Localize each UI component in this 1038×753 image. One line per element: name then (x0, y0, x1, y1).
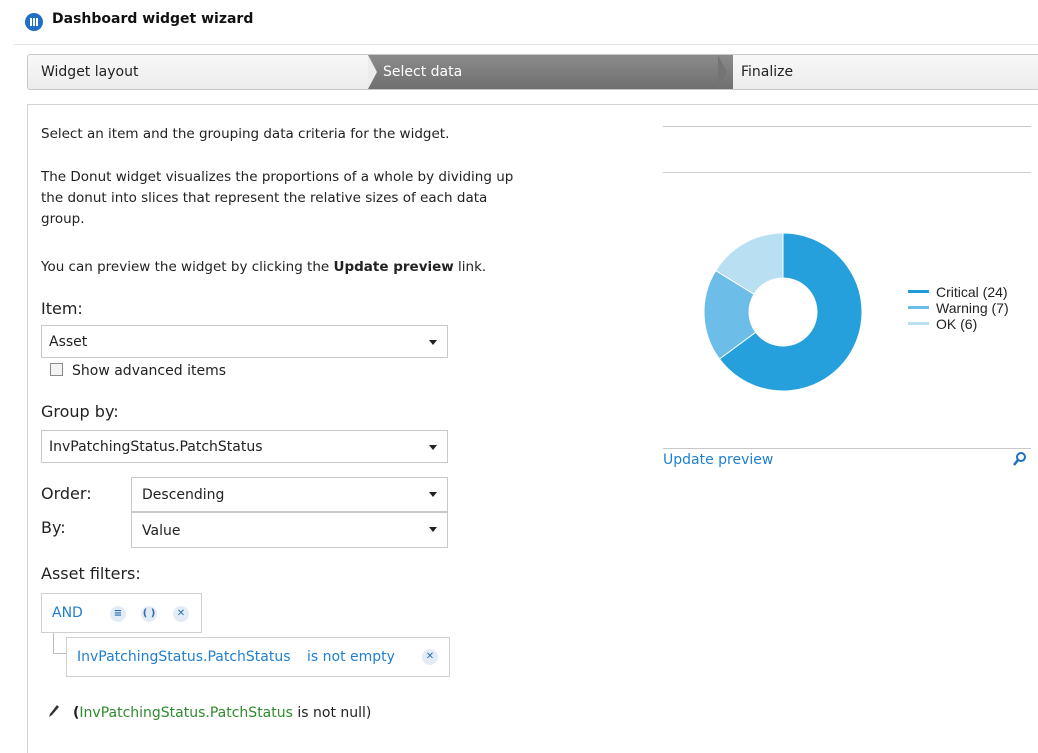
item-select-value: Asset (49, 334, 88, 350)
group-by-select[interactable]: InvPatchingStatus.PatchStatus (41, 430, 448, 463)
condition-operator-link[interactable]: is not empty (307, 649, 395, 665)
order-label: Order: (41, 484, 92, 503)
item-label: Item: (41, 299, 83, 318)
order-value: Descending (142, 487, 225, 503)
group-by-label: Group by: (41, 402, 119, 421)
zoom-icon[interactable] (1012, 451, 1028, 467)
order-select[interactable]: Descending (131, 477, 448, 512)
condition-field-link[interactable]: InvPatchingStatus.PatchStatus (77, 649, 291, 665)
tree-connector (53, 633, 67, 654)
pencil-icon[interactable] (48, 703, 60, 717)
filter-summary: (InvPatchingStatus.PatchStatus is not nu… (73, 705, 372, 721)
dropdown-caret-icon (429, 492, 437, 497)
filter-group: AND ≡ ( ) ✕ (41, 593, 202, 633)
filter-summary-field: InvPatchingStatus.PatchStatus (79, 705, 293, 721)
dropdown-caret-icon (429, 340, 437, 345)
title-bar: Dashboard widget wizard (14, 0, 1038, 45)
step-widget-layout[interactable]: Widget layout (28, 55, 381, 89)
description-line-3: group. (41, 211, 85, 227)
dropdown-caret-icon (429, 527, 437, 532)
by-label: By: (41, 518, 66, 537)
group-by-value: InvPatchingStatus.PatchStatus (49, 439, 263, 455)
description-line-2: the donut into slices that represent the… (41, 190, 488, 206)
by-select[interactable]: Value (131, 512, 448, 548)
step-select-data[interactable]: Select data (368, 55, 733, 89)
remove-condition-icon[interactable]: ✕ (422, 649, 438, 665)
asset-filters-label: Asset filters: (41, 564, 141, 583)
update-preview-link[interactable]: Update preview (663, 452, 773, 468)
dropdown-caret-icon (429, 445, 437, 450)
step-separator (368, 55, 377, 89)
window-title: Dashboard widget wizard (52, 11, 254, 27)
show-advanced-checkbox[interactable] (50, 363, 63, 376)
remove-group-icon[interactable]: ✕ (173, 606, 189, 622)
show-advanced-label: Show advanced items (72, 363, 226, 379)
step-finalize[interactable]: Finalize (718, 55, 793, 89)
by-value: Value (142, 523, 181, 539)
instruction-text: Select an item and the grouping data cri… (41, 126, 450, 142)
preview-hint-bold: Update preview (333, 259, 454, 275)
preview-header-rule (663, 126, 1031, 127)
app-logo-icon (25, 13, 43, 31)
item-select[interactable]: Asset (41, 325, 448, 358)
wizard-steps: Widget layout Select data Finalize (27, 54, 1038, 90)
and-operator-link[interactable]: AND (52, 605, 83, 621)
description-line-1: The Donut widget visualizes the proporti… (41, 169, 514, 185)
preview-hint: You can preview the widget by clicking t… (41, 259, 487, 275)
add-group-icon[interactable]: ( ) (141, 606, 157, 622)
add-condition-icon[interactable]: ≡ (110, 606, 126, 622)
filter-condition: InvPatchingStatus.PatchStatus is not emp… (66, 637, 450, 677)
